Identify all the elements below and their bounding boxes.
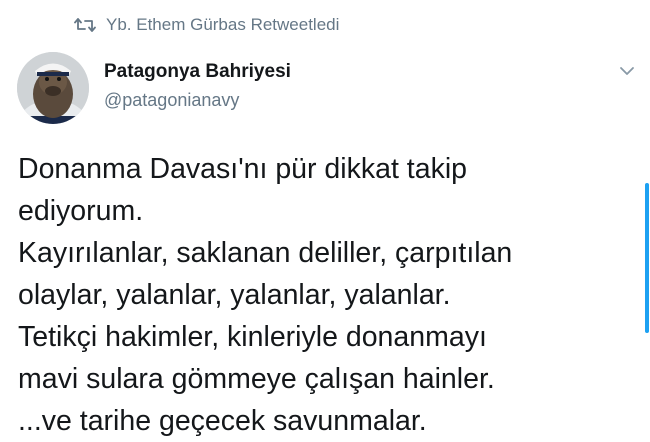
- author-block[interactable]: Patagonya Bahriyesi @patagonianavy: [104, 60, 291, 113]
- scrollbar[interactable]: [645, 183, 649, 333]
- seal-avatar[interactable]: [17, 52, 89, 124]
- tweet-text-line: mavi sulara gömmeye çalışan hainler.: [18, 363, 495, 395]
- tweet-text-line: Tetikçi hakimler, kinleriyle donanmayı: [18, 321, 487, 353]
- retweet-icon: [74, 17, 96, 33]
- tweet-card[interactable]: Yb. Ethem Gürbas Retweetledi Patagonya B…: [0, 0, 650, 442]
- tweet-text-line: ...ve tarihe geçecek savunmalar.: [18, 405, 427, 437]
- author-handle[interactable]: @patagonianavy: [104, 87, 291, 113]
- tweet-text: Donanma Davası'nı pür dikkat takip ediyo…: [18, 148, 618, 442]
- retweet-context[interactable]: Yb. Ethem Gürbas Retweetledi: [74, 10, 339, 40]
- tweet-text-line: ediyorum.: [18, 195, 144, 227]
- chevron-down-icon[interactable]: [618, 64, 636, 76]
- retweet-label: Yb. Ethem Gürbas Retweetledi: [106, 15, 340, 34]
- author-display-name[interactable]: Patagonya Bahriyesi: [104, 60, 291, 84]
- tweet-text-line: Donanma Davası'nı pür dikkat takip: [18, 153, 468, 185]
- tweet-text-line: Kayırılanlar, saklanan deliller, çarpıtı…: [18, 237, 513, 269]
- tweet-text-line: olaylar, yalanlar, yalanlar, yalanlar.: [18, 279, 451, 311]
